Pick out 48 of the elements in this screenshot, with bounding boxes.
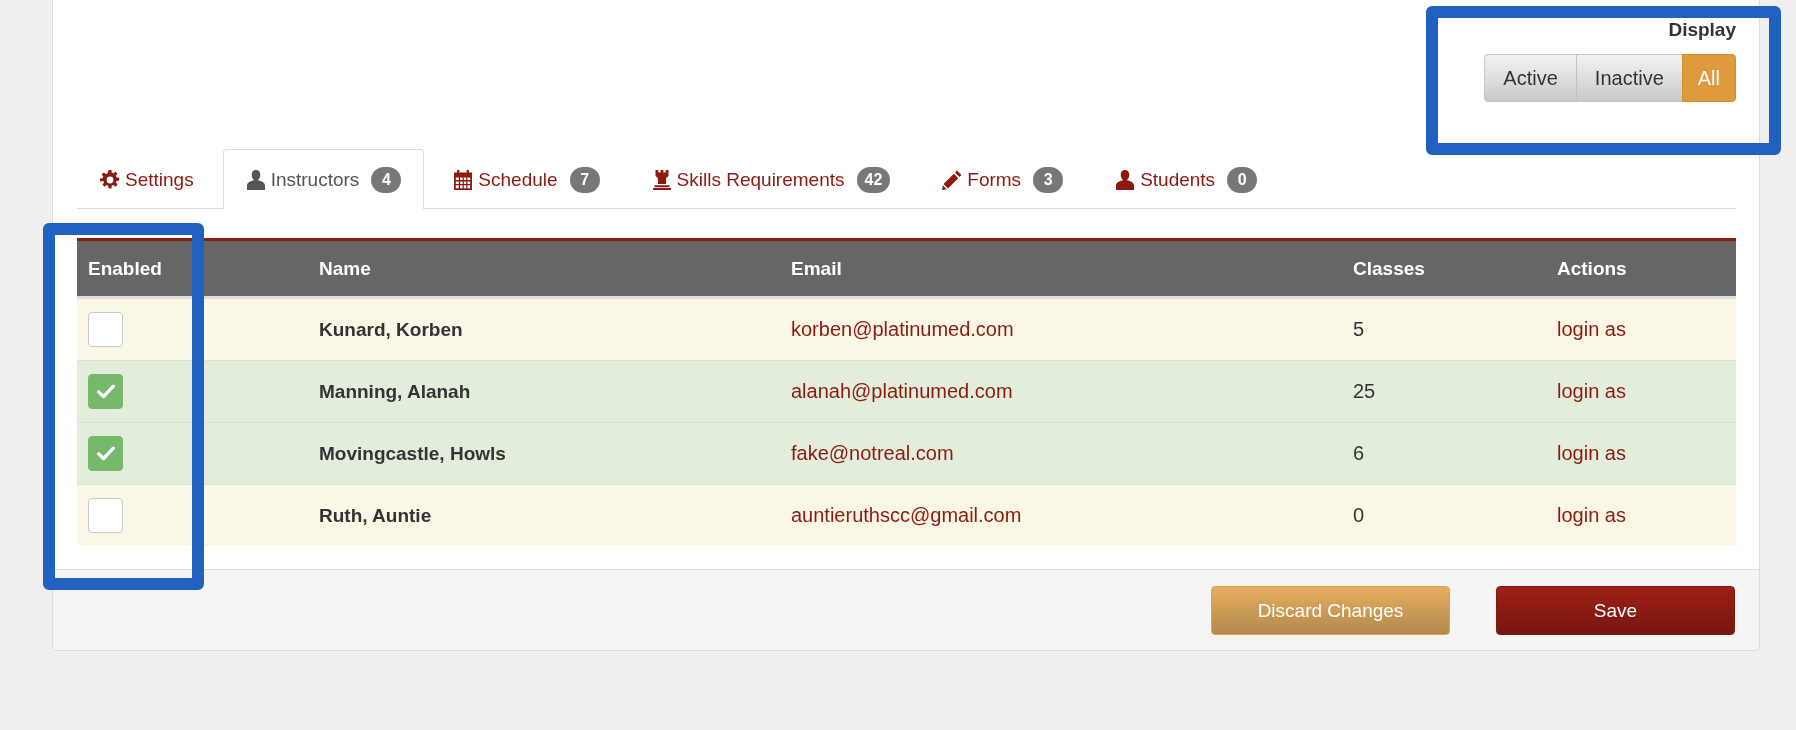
pencil-icon — [942, 169, 963, 190]
filter-option[interactable]: Inactive — [1575, 54, 1683, 102]
email-link[interactable]: alanah@platinumed.com — [791, 380, 1013, 402]
column-header: Classes — [1353, 257, 1425, 279]
count-badge: 0 — [1227, 166, 1258, 193]
instructor-name: Movingcastle, Howls — [319, 443, 506, 464]
column-header: Actions — [1557, 257, 1627, 279]
calendar-icon — [453, 169, 474, 190]
tab[interactable]: Schedule 7 — [430, 149, 623, 209]
class-count: 25 — [1353, 380, 1376, 402]
check-icon — [96, 446, 115, 461]
check-icon — [96, 384, 115, 399]
column-header: Email — [791, 257, 842, 279]
display-label: Display — [1668, 18, 1736, 42]
checkbox[interactable] — [88, 312, 123, 347]
person-icon — [245, 169, 266, 190]
column-header: Name — [319, 257, 371, 279]
checkbox[interactable] — [88, 374, 123, 409]
checkbox[interactable] — [88, 498, 123, 533]
instructor-name: Ruth, Auntie — [319, 505, 432, 526]
tab[interactable]: Settings — [77, 149, 217, 209]
instructor-name: Manning, Alanah — [319, 381, 471, 402]
class-count: 5 — [1353, 318, 1365, 340]
tab[interactable]: Instructors 4 — [222, 149, 425, 209]
count-badge: 7 — [569, 166, 600, 193]
tab[interactable]: Skills Requirements 42 — [628, 149, 914, 209]
person-icon — [1115, 169, 1136, 190]
email-link[interactable]: fake@notreal.com — [791, 442, 954, 464]
rook-icon — [651, 169, 672, 190]
email-link[interactable]: korben@platinumed.com — [791, 318, 1014, 340]
count-badge: 42 — [856, 166, 891, 193]
instructor-name: Kunard, Korben — [319, 319, 463, 340]
count-badge: 3 — [1033, 166, 1064, 193]
save-button[interactable]: Save — [1496, 586, 1735, 635]
count-badge: 4 — [371, 166, 402, 193]
column-header: Enabled — [88, 257, 162, 279]
checkbox[interactable] — [88, 436, 123, 471]
login-as-link[interactable]: login as — [1557, 504, 1626, 526]
class-count: 0 — [1353, 504, 1365, 526]
login-as-link[interactable]: login as — [1557, 318, 1626, 340]
login-as-link[interactable]: login as — [1557, 380, 1626, 402]
class-count: 6 — [1353, 442, 1365, 464]
tab[interactable]: Students 0 — [1092, 149, 1281, 209]
login-as-link[interactable]: login as — [1557, 442, 1626, 464]
tab[interactable]: Forms 3 — [919, 149, 1087, 209]
gear-icon — [100, 169, 120, 190]
email-link[interactable]: auntieruthscc@gmail.com — [791, 504, 1022, 526]
filter-option[interactable]: Active — [1484, 54, 1577, 102]
